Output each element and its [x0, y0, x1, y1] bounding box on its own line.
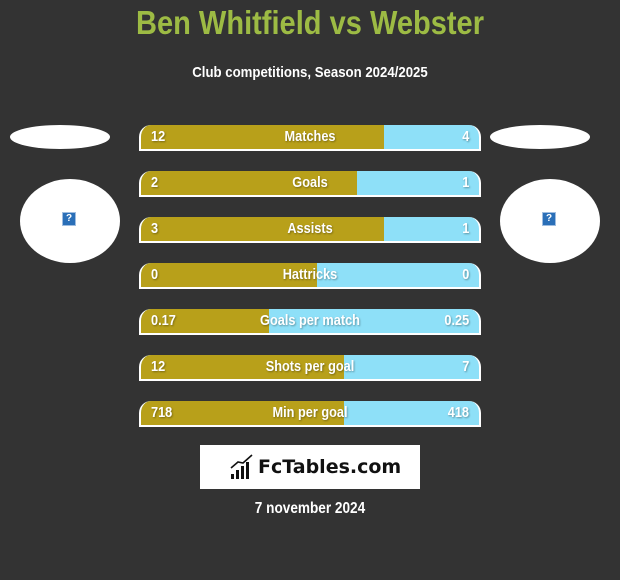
right-value: 0: [461, 266, 469, 283]
left-value: 12: [151, 128, 166, 145]
stat-row: 718 Min per goal 418: [139, 401, 481, 427]
stat-row: 12 Matches 4: [139, 125, 481, 151]
right-value: 418: [447, 404, 469, 421]
stat-label: Assists: [287, 220, 333, 237]
fctables-logo[interactable]: FcTables.com: [200, 445, 420, 489]
left-player-name-badge: [10, 125, 110, 149]
stat-label: Min per goal: [272, 404, 348, 421]
stat-label: Goals per match: [260, 312, 360, 329]
stat-row: 3 Assists 1: [139, 217, 481, 243]
question-icon: ?: [542, 212, 556, 226]
left-value: 3: [151, 220, 159, 237]
stat-row: 2 Goals 1: [139, 171, 481, 197]
right-value: 7: [461, 358, 469, 375]
right-value: 1: [461, 174, 469, 191]
left-value: 2: [151, 174, 159, 191]
bar-chart-icon: [230, 454, 253, 479]
left-value: 0: [151, 266, 159, 283]
right-player-name-badge: [490, 125, 590, 149]
right-player-avatar[interactable]: ?: [500, 179, 600, 263]
date-label: 7 november 2024: [254, 500, 366, 517]
left-value: 12: [151, 358, 166, 375]
stat-row: 0.17 Goals per match 0.25: [139, 309, 481, 335]
right-value: 1: [461, 220, 469, 237]
question-icon: ?: [62, 212, 76, 226]
stat-row: 0 Hattricks 0: [139, 263, 481, 289]
right-value: 4: [461, 128, 469, 145]
stat-label: Hattricks: [282, 266, 338, 283]
logo-text: FcTables.com: [258, 456, 402, 478]
stat-label: Matches: [284, 128, 336, 145]
page-title: Ben Whitfield vs Webster: [135, 4, 484, 41]
competition-subtitle: Club competitions, Season 2024/2025: [192, 64, 428, 81]
stat-row: 12 Shots per goal 7: [139, 355, 481, 381]
stat-label: Goals: [292, 174, 328, 191]
right-value: 0.25: [444, 312, 469, 329]
stat-label: Shots per goal: [265, 358, 355, 375]
left-player-avatar[interactable]: ?: [20, 179, 120, 263]
